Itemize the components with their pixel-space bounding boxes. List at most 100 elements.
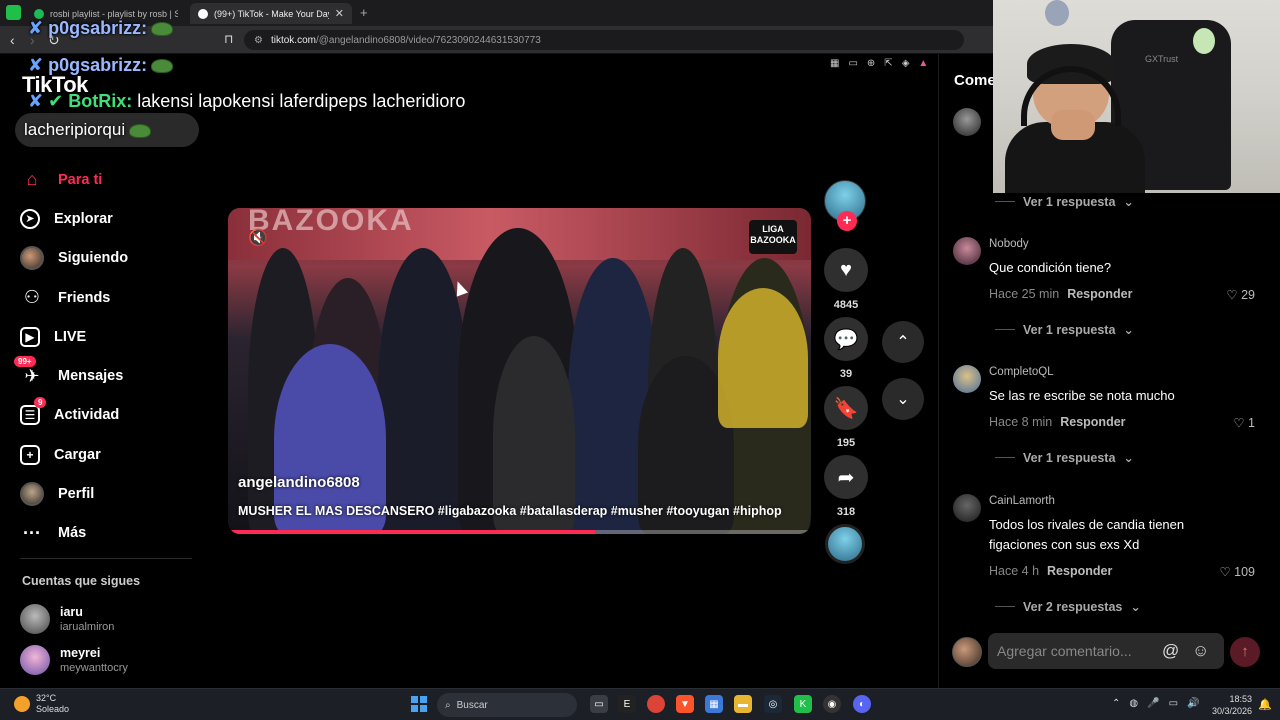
video-progress-bar[interactable] (228, 530, 811, 534)
emoji-icon[interactable]: ☺ (1192, 641, 1209, 661)
zoom-icon[interactable]: ⊕ (867, 58, 875, 69)
sidebar-item-mas[interactable]: ··· Más (20, 514, 200, 553)
weather-widget[interactable]: 32°C Soleado (14, 693, 69, 715)
avatar[interactable] (953, 237, 981, 265)
url-input[interactable]: ⚙ tiktok.com/@angelandino6808/video/7623… (244, 30, 964, 50)
avatar (20, 604, 50, 634)
comment-like[interactable]: ♡ 29 (1226, 287, 1255, 302)
file-explorer-icon[interactable]: ▬ (734, 695, 752, 713)
epic-games-icon[interactable]: E (618, 695, 636, 713)
following-section-title: Cuentas que sigues (22, 574, 141, 588)
avatar[interactable] (953, 494, 981, 522)
brave-icon[interactable]: ▼ (676, 695, 694, 713)
music-disc-icon[interactable] (825, 524, 865, 564)
close-tab-icon[interactable]: ✕ (335, 7, 344, 20)
shield-icon[interactable]: ◈ (902, 58, 910, 69)
chat-username: p0gsabrizz: (48, 55, 148, 75)
divider (995, 457, 1015, 458)
divider (995, 329, 1015, 330)
sidebar-item-actividad[interactable]: ☰ 9 Actividad (20, 396, 200, 435)
back-icon[interactable]: ‹ (10, 32, 15, 48)
sidebar-item-label: LIVE (54, 328, 87, 345)
view-replies-button[interactable]: Ver 2 respuestas ⌄ (995, 599, 1141, 614)
view-replies-label: Ver 1 respuesta (1023, 322, 1116, 337)
steam-icon[interactable]: ◎ (764, 695, 782, 713)
view-replies-label: Ver 2 respuestas (1023, 599, 1123, 614)
store-icon[interactable]: ▦ (705, 695, 723, 713)
site-settings-icon[interactable]: ⚙ (254, 35, 263, 46)
sidebar-item-para-ti[interactable]: ⌂ Para ti (20, 160, 200, 199)
save-count: 195 (836, 437, 856, 449)
rewards-icon[interactable]: ▲ (918, 58, 928, 69)
follow-plus-icon[interactable]: + (837, 211, 857, 231)
app-launcher-icon[interactable] (6, 5, 21, 20)
account-name: meyrei (60, 646, 101, 660)
kick-icon[interactable]: K (794, 695, 812, 713)
obs-icon[interactable]: ◉ (823, 695, 841, 713)
discord-icon[interactable]: ◐ (853, 695, 871, 713)
view-replies-button[interactable]: Ver 1 respuesta ⌄ (995, 322, 1134, 337)
comment-username[interactable]: Nobody (989, 238, 1029, 250)
bookmark-icon[interactable]: ⊓ (224, 32, 233, 46)
creator-avatar[interactable]: + (824, 180, 866, 231)
tray-app-icon[interactable]: ◍ (1129, 698, 1138, 709)
avatar[interactable] (953, 108, 981, 136)
view-replies-button[interactable]: Ver 1 respuesta ⌄ (995, 194, 1134, 209)
task-view-icon[interactable]: ▭ (590, 695, 608, 713)
bookmark-icon[interactable]: 🔖 (824, 386, 868, 430)
save-action[interactable]: 🔖 195 (824, 386, 868, 449)
volume-icon[interactable]: 🔊 (1187, 698, 1199, 709)
pepe-emote-icon (129, 123, 152, 138)
sidebar-item-explorar[interactable]: ➤ Explorar (20, 199, 200, 238)
share-icon[interactable]: ⇱ (884, 58, 892, 69)
notification-icon[interactable]: 🔔 (1258, 698, 1272, 711)
cast-icon[interactable]: ▭ (848, 58, 857, 69)
start-button[interactable] (411, 696, 427, 712)
spotify-icon (34, 8, 44, 19)
view-replies-button[interactable]: Ver 1 respuesta ⌄ (995, 450, 1134, 465)
next-video-button[interactable]: ⌄ (882, 378, 924, 420)
microphone-icon[interactable]: 🎤 (1147, 698, 1159, 709)
chevron-down-icon: ⌄ (1123, 451, 1134, 465)
following-account-meyrei[interactable]: meyrei meywanttocry (20, 645, 128, 675)
like-action[interactable]: ♥ 4845 (824, 248, 868, 311)
mention-icon[interactable]: @ (1162, 641, 1179, 661)
chat-badge-icon: ✘ (28, 55, 44, 75)
previous-video-button[interactable]: ⌃ (882, 321, 924, 363)
comment-username[interactable]: CainLamorth (989, 495, 1055, 507)
share-action[interactable]: ➦ 318 (824, 455, 868, 518)
sidebar-item-label: Para ti (58, 171, 103, 188)
comment-like[interactable]: ♡ 1 (1233, 415, 1255, 430)
video-player[interactable]: BAZOOKA LIGA BAZOOKA 🔇 angelandino6808 M… (228, 208, 811, 534)
avatar[interactable] (953, 365, 981, 393)
comment-input[interactable] (988, 633, 1224, 669)
following-account-iaru[interactable]: iaru iarualmiron (20, 604, 114, 634)
sidebar-item-perfil[interactable]: Perfil (20, 474, 200, 513)
new-tab-button[interactable]: + (360, 5, 368, 20)
taskbar-clock[interactable]: 18:53 30/3/2026 (1210, 693, 1252, 717)
sidebar-item-mensajes[interactable]: ✈ 99+ Mensajes (14, 356, 200, 395)
comment-username[interactable]: CompletoQL (989, 366, 1054, 378)
send-comment-button[interactable]: ↑ (1230, 637, 1260, 667)
sidebar-item-live[interactable]: ▶ LIVE (20, 317, 200, 356)
reply-button[interactable]: Responder (1067, 287, 1132, 301)
chevron-up-icon[interactable]: ⌃ (1112, 698, 1120, 709)
video-author[interactable]: angelandino6808 (238, 474, 360, 491)
chrome-icon[interactable] (647, 695, 665, 713)
volume-icon[interactable]: 🔇 (248, 228, 268, 248)
comment-action[interactable]: 💬 39 (824, 317, 868, 380)
taskbar-search[interactable]: ⌕ Buscar (437, 693, 577, 717)
reply-button[interactable]: Responder (1047, 564, 1112, 578)
chair-brand-text: GXTrust (1145, 54, 1179, 64)
share-icon[interactable]: ➦ (824, 455, 868, 499)
heart-icon[interactable]: ♥ (824, 248, 868, 292)
sidebar-item-siguiendo[interactable]: Siguiendo (20, 239, 200, 278)
network-icon[interactable]: ▭ (1169, 698, 1178, 709)
sidebar-item-friends[interactable]: ⚇ Friends (20, 278, 200, 317)
comment-like[interactable]: ♡ 109 (1219, 564, 1255, 579)
sidebar-item-cargar[interactable]: + Cargar (20, 435, 200, 474)
tab-tiktok[interactable]: (99+) TikTok - Make Your Day ✕ (190, 3, 352, 24)
reader-icon[interactable]: ▦ (830, 58, 839, 69)
comment-icon[interactable]: 💬 (824, 317, 868, 361)
reply-button[interactable]: Responder (1060, 415, 1125, 429)
